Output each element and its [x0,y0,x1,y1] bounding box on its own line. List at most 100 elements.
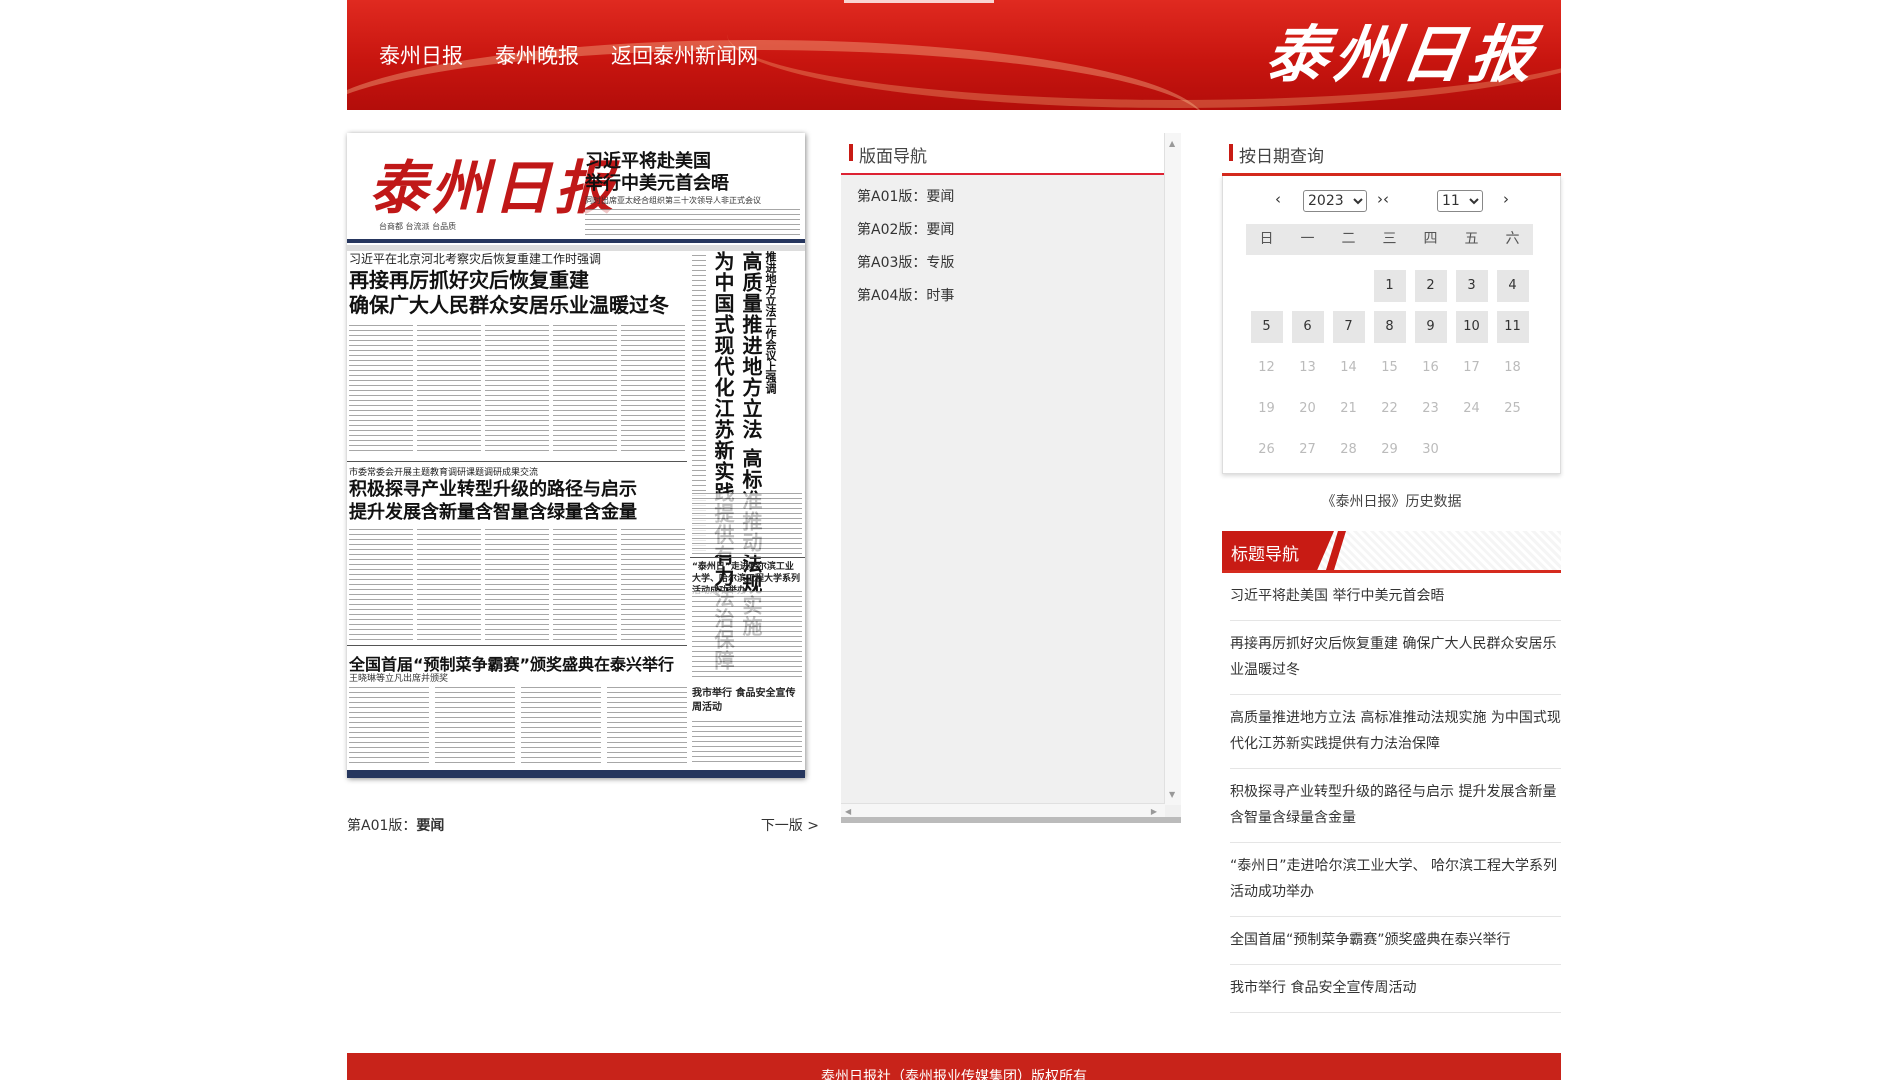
site-header: 泰州日报 泰州晚报 返回泰州新闻网 泰州日报 [347,0,1561,110]
brand-logo: 泰州日报 [1261,18,1544,91]
calendar-day-number: 12 [1258,359,1275,375]
calendar-day-number[interactable]: 9 [1414,310,1447,343]
paper-second-headline: 积极探寻产业转型升级的路径与启示 提升发展含新量含智量含绿量含金量 [349,478,637,524]
paper-masthead-bar [347,239,805,243]
paper-masthead: 泰州日报 [369,154,618,222]
newspaper-page-image[interactable]: 泰州日报 台商都 台流派 台品质 习近平将赴美国 举行中美元首会晤 同时出席亚太… [347,133,805,778]
paper-side-item: 我市举行 食品安全宣传周活动 [692,688,796,713]
calendar-day: 27 [1287,429,1328,470]
calendar-day-link[interactable]: 10 [1451,306,1492,347]
calendar-day-link[interactable]: 2 [1410,265,1451,306]
scroll-right-icon[interactable]: ▶ [1151,807,1157,816]
calendar-empty-cell [1287,265,1328,306]
date-query-header: 按日期查询 [1222,133,1561,176]
next-month-button[interactable]: › [1503,190,1509,208]
paper-top-headline-line: 习近平将赴美国 [585,151,711,172]
section-nav-item-a04[interactable]: 第A04版：时事 [841,280,1181,313]
prev-year-button[interactable]: ‹ [1275,190,1281,208]
calendar-day-number: 17 [1463,359,1480,375]
prev-month-button[interactable]: ›‹ [1377,190,1389,208]
calendar-day-number[interactable]: 6 [1291,310,1324,343]
weekday-header: 四 [1410,224,1451,255]
paper-body-text [621,325,685,455]
paper-second-headline-line: 提升发展含新量含智量含绿量含金量 [349,502,637,523]
vertical-scrollbar[interactable]: ▲ ▼ [1164,133,1181,805]
paper-lead-headline: 再接再厉抓好灾后恢复重建 确保广大人民群众安居乐业温暖过冬 [349,268,669,318]
paper-body-text [607,687,687,767]
calendar-day-number[interactable]: 10 [1455,310,1488,343]
paper-body-text [435,687,515,767]
year-select[interactable]: 2023 [1303,190,1367,212]
title-nav-item[interactable]: 全国首届“预制菜争霸赛”颁奖盛典在泰兴举行 [1230,917,1561,965]
title-nav-item[interactable]: 我市举行 食品安全宣传周活动 [1230,965,1561,1013]
paper-body-text [417,325,481,455]
section-nav-item-a02[interactable]: 第A02版：要闻 [841,214,1181,247]
calendar-day-link[interactable]: 3 [1451,265,1492,306]
calendar-day-number: 26 [1258,441,1275,457]
calendar-day-number[interactable]: 11 [1496,310,1529,343]
next-edition-link[interactable]: 下一版 > [761,815,819,835]
title-nav-item[interactable]: 再接再厉抓好灾后恢复重建 确保广大人民群众安居乐业温暖过冬 [1230,621,1561,695]
section-nav-panel: 版面导航 第A01版：要闻 第A02版：要闻 第A03版：专版 第A04版：时事… [841,133,1181,823]
history-data-link[interactable]: 《泰州日报》历史数据 [1222,491,1561,511]
title-nav-tab: 标题导航 [1222,531,1334,570]
paper-body-text [621,529,685,641]
page-wrapper: 泰州日报 泰州晚报 返回泰州新闻网 泰州日报 泰州日报 台商都 台流派 台品质 … [347,0,1561,1080]
calendar-day: 14 [1328,347,1369,388]
calendar-day: 16 [1410,347,1451,388]
nav-taizhou-daily[interactable]: 泰州日报 [379,40,463,70]
month-select[interactable]: 11 [1437,190,1483,212]
calendar-day-link[interactable]: 8 [1369,306,1410,347]
scroll-left-icon[interactable]: ◀ [845,807,851,816]
calendar-day: 12 [1246,347,1287,388]
calendar-day-number[interactable]: 2 [1414,269,1447,302]
calendar-day: 25 [1492,388,1533,429]
title-nav-title: 标题导航 [1231,545,1299,565]
calendar-day-number: 15 [1381,359,1398,375]
paper-body-text [692,493,802,555]
title-nav-item[interactable]: 积极探寻产业转型升级的路径与启示 提升发展含新量含智量含绿量含金量 [1230,769,1561,843]
calendar: ‹ 2023 ›‹ 11 › 日一二三四五六 1 2 3 4 5 6 7 8 9 10 11 12 13 1… [1222,176,1561,474]
calendar-day: 15 [1369,347,1410,388]
calendar-day: 23 [1410,388,1451,429]
title-nav-item[interactable]: 高质量推进地方立法 高标准推动法规实施 为中国式现代化江苏新实践提供有力法治保障 [1230,695,1561,769]
date-query-panel: 按日期查询 ‹ 2023 ›‹ 11 › 日一二三四五六 1 2 3 4 5 6 7 8 9 10 1… [1222,133,1561,510]
calendar-day-link[interactable]: 1 [1369,265,1410,306]
calendar-day-number[interactable]: 1 [1373,269,1406,302]
calendar-day-link[interactable]: 11 [1492,306,1533,347]
section-nav-item-a01[interactable]: 第A01版：要闻 [841,181,1181,214]
paper-body-text [692,591,802,681]
calendar-day-number: 19 [1258,400,1275,416]
paper-third-sub: 王晓琳等立凡出席并颁奖 [349,674,449,684]
calendar-day-number: 24 [1463,400,1480,416]
paper-lead-headline-line: 再接再厉抓好灾后恢复重建 [349,268,589,292]
calendar-day-link[interactable]: 4 [1492,265,1533,306]
calendar-day: 28 [1328,429,1369,470]
calendar-day: 24 [1451,388,1492,429]
calendar-day-number[interactable]: 5 [1250,310,1283,343]
title-nav-item[interactable]: 习近平将赴美国 举行中美元首会晤 [1230,573,1561,621]
paper-body-text [692,721,802,766]
paper-body-text [349,325,413,455]
scroll-down-icon[interactable]: ▼ [1169,790,1175,799]
calendar-day-link[interactable]: 6 [1287,306,1328,347]
title-nav-item[interactable]: “泰州日”走进哈尔滨工业大学、 哈尔滨工程大学系列活动成功举办 [1230,843,1561,917]
paper-second-headline-line: 积极探寻产业转型升级的路径与启示 [349,479,637,500]
calendar-day-number: 18 [1504,359,1521,375]
section-nav-item-a03[interactable]: 第A03版：专版 [841,247,1181,280]
calendar-day-link[interactable]: 5 [1246,306,1287,347]
calendar-day: 21 [1328,388,1369,429]
calendar-day-number: 13 [1299,359,1316,375]
paper-rule [690,557,805,558]
calendar-day-link[interactable]: 7 [1328,306,1369,347]
calendar-day-link[interactable]: 9 [1410,306,1451,347]
calendar-day-number: 29 [1381,441,1398,457]
calendar-day-number[interactable]: 3 [1455,269,1488,302]
calendar-day-number[interactable]: 4 [1496,269,1529,302]
calendar-day-number[interactable]: 7 [1332,310,1365,343]
nav-taizhou-evening[interactable]: 泰州晚报 [495,40,579,70]
scroll-up-icon[interactable]: ▲ [1169,139,1175,148]
header-marker [849,144,853,161]
nav-back-news-site[interactable]: 返回泰州新闻网 [611,40,758,70]
calendar-day-number[interactable]: 8 [1373,310,1406,343]
